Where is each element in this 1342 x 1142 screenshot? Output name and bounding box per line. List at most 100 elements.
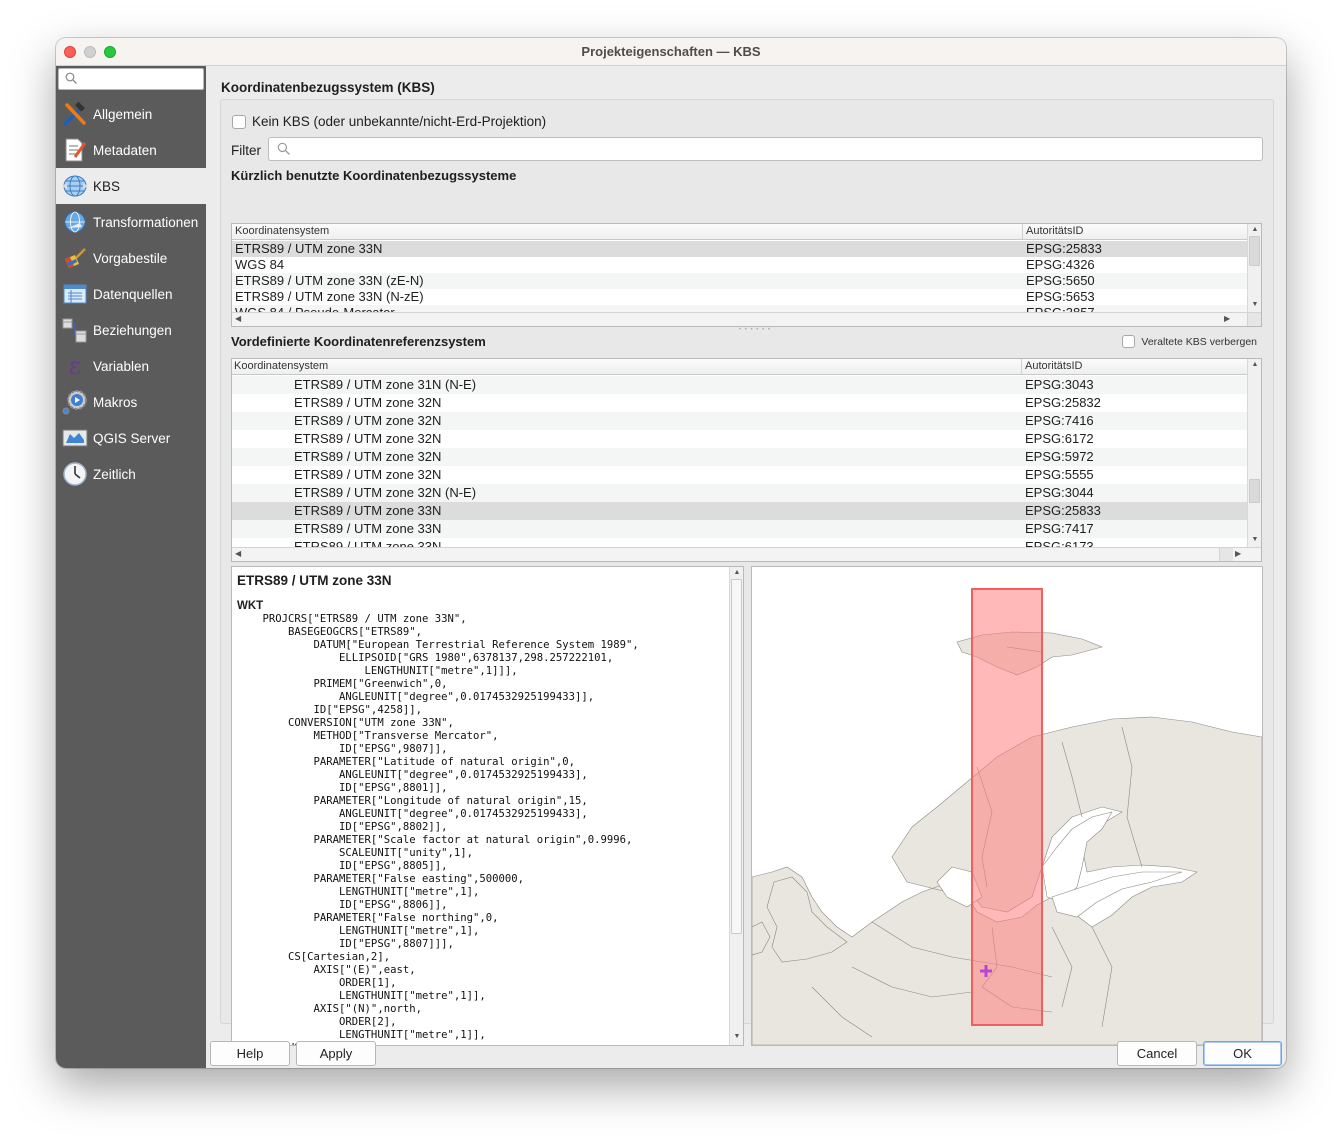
no-crs-option[interactable]: Kein KBS (oder unbekannte/nicht-Erd-Proj… <box>232 114 546 129</box>
sidebar-search-input[interactable] <box>58 68 204 90</box>
predefined-table-body: ETRS89 / UTM zone 31N (N-E) EPSG:3043 ETRS… <box>232 376 1248 548</box>
table-row[interactable]: ETRS89 / UTM zone 33N (N-zE) EPSG:5653 <box>232 289 1248 305</box>
crs-name-cell: ETRS89 / UTM zone 33N <box>294 521 442 536</box>
filter-input[interactable] <box>268 137 1263 161</box>
sidebar-item-variablen[interactable]: ε Variablen <box>56 348 206 384</box>
sidebar-item-label: KBS <box>93 178 121 194</box>
recent-table-body: ETRS89 / UTM zone 33N EPSG:25833 WGS 84 EPS… <box>232 241 1248 313</box>
table-row[interactable]: ETRS89 / UTM zone 31N (N-E) EPSG:3043 <box>232 376 1248 394</box>
crs-group: Kein KBS (oder unbekannte/nicht-Erd-Proj… <box>220 99 1274 1046</box>
predefined-vertical-scrollbar[interactable]: ▲ ▼ <box>1247 359 1261 547</box>
temporal-clock-icon <box>61 460 89 488</box>
cancel-button[interactable]: Cancel <box>1117 1041 1197 1066</box>
crs-name-cell: ETRS89 / UTM zone 33N <box>235 241 383 256</box>
recent-horizontal-scrollbar[interactable]: ◀ ▶ <box>232 312 1261 326</box>
authority-id-cell: EPSG:5972 <box>1025 449 1094 464</box>
wkt-line: PARAMETER["Latitude of natural origin",0… <box>237 756 576 768</box>
wkt-line: DATUM["European Terrestrial Reference Sy… <box>237 639 639 651</box>
data-sources-table-icon <box>61 280 89 308</box>
scrollbar-thumb[interactable] <box>1249 236 1260 266</box>
sidebar-item-transformationen[interactable]: Transformationen <box>56 204 206 240</box>
map-canvas <box>752 588 1262 1045</box>
table-row[interactable]: ETRS89 / UTM zone 32N EPSG:5555 <box>232 466 1248 484</box>
wkt-line: BASEGEOGCRS["ETRS89", <box>237 626 422 638</box>
ok-button[interactable]: OK <box>1203 1041 1282 1066</box>
hide-deprecated-label: Veraltete KBS verbergen <box>1141 335 1257 348</box>
maximize-window-button[interactable] <box>104 46 116 58</box>
sidebar-item-label: Transformationen <box>93 214 199 230</box>
table-row[interactable]: ETRS89 / UTM zone 33N (zE-N) EPSG:5650 <box>232 273 1248 289</box>
column-header-authority-id[interactable]: AutoritätsID <box>1025 360 1082 372</box>
sidebar-item-kbs[interactable]: KBS <box>56 168 206 204</box>
table-row[interactable]: ETRS89 / UTM zone 32N EPSG:6172 <box>232 430 1248 448</box>
close-window-button[interactable] <box>64 46 76 58</box>
crs-name-cell: ETRS89 / UTM zone 33N (N-zE) <box>235 289 424 304</box>
crs-name-cell: WGS 84 <box>235 257 285 272</box>
table-row[interactable]: ETRS89 / UTM zone 32N EPSG:25832 <box>232 394 1248 412</box>
sidebar-item-makros[interactable]: Makros <box>56 384 206 420</box>
minimize-window-button[interactable] <box>84 46 96 58</box>
table-row[interactable]: ETRS89 / UTM zone 33N EPSG:7417 <box>232 520 1248 538</box>
predefined-table-header: Koordinatensystem AutoritätsID <box>232 359 1248 375</box>
recent-vertical-scrollbar[interactable]: ▲ ▼ <box>1247 224 1261 312</box>
wkt-line: ANGLEUNIT["degree",0.0174532925199433], <box>237 769 588 781</box>
wkt-line: PARAMETER["Longitude of natural origin",… <box>237 795 588 807</box>
apply-button[interactable]: Apply <box>296 1041 376 1066</box>
wkt-line: ANGLEUNIT["degree",0.0174532925199433]], <box>237 691 595 703</box>
crs-globe-icon <box>61 172 89 200</box>
scrollbar-thumb[interactable] <box>731 579 742 934</box>
sidebar-item-vorgabestile[interactable]: Vorgabestile <box>56 240 206 276</box>
wkt-line: ANGLEUNIT["degree",0.0174532925199433], <box>237 808 588 820</box>
table-row[interactable]: ETRS89 / UTM zone 33N EPSG:25833 <box>232 241 1248 257</box>
table-row[interactable]: ETRS89 / UTM zone 32N EPSG:5972 <box>232 448 1248 466</box>
column-header-authority-id[interactable]: AutoritätsID <box>1026 225 1083 237</box>
hide-deprecated-checkbox[interactable] <box>1122 335 1136 348</box>
crs-extent-map[interactable] <box>751 566 1263 1046</box>
hide-deprecated-option[interactable]: Veraltete KBS verbergen <box>1122 335 1257 348</box>
wkt-line: PARAMETER["Scale factor at natural origi… <box>237 834 633 846</box>
sidebar-item-qgis-server[interactable]: QGIS Server <box>56 420 206 456</box>
variables-epsilon-icon: ε <box>68 352 82 380</box>
authority-id-cell: EPSG:25833 <box>1026 241 1102 256</box>
styles-brush-icon <box>61 244 89 272</box>
sidebar-item-label: QGIS Server <box>93 430 171 446</box>
wkt-line: PARAMETER["False easting",500000, <box>237 873 525 885</box>
sidebar-item-label: Vorgabestile <box>93 250 168 266</box>
project-properties-dialog: Projekteigenschaften — KBS Allgemein Met… <box>56 38 1286 1068</box>
table-row[interactable]: ETRS89 / UTM zone 32N EPSG:7416 <box>232 412 1248 430</box>
sidebar-item-beziehungen[interactable]: Beziehungen <box>56 312 206 348</box>
scrollbar-thumb[interactable] <box>1249 479 1260 503</box>
wkt-text: PROJCRS["ETRS89 / UTM zone 33N", BASEGEO… <box>237 613 639 1045</box>
sidebar-item-label: Zeitlich <box>93 466 136 482</box>
metadata-icon <box>61 136 89 164</box>
recent-crs-title: Kürzlich benutzte Koordinatenbezugssyste… <box>231 168 517 183</box>
wkt-line: ORDER[1], <box>237 977 397 989</box>
wkt-line: METHOD["Transverse Mercator", <box>237 730 499 742</box>
sidebar-item-datenquellen[interactable]: Datenquellen <box>56 276 206 312</box>
table-row[interactable]: WGS 84 EPSG:4326 <box>232 257 1248 273</box>
crs-name-cell: ETRS89 / UTM zone 32N <box>294 431 442 446</box>
sidebar-item-allgemein[interactable]: Allgemein <box>56 96 206 132</box>
sidebar-item-zeitlich[interactable]: Zeitlich <box>56 456 206 492</box>
qgis-server-map-icon <box>61 424 89 452</box>
column-header-coordinate-system[interactable]: Koordinatensystem <box>235 225 329 237</box>
no-crs-checkbox[interactable] <box>232 114 246 129</box>
column-header-coordinate-system[interactable]: Koordinatensystem <box>234 360 328 372</box>
crs-name-cell: ETRS89 / UTM zone 32N <box>294 449 442 464</box>
title-bar: Projekteigenschaften — KBS <box>56 38 1286 66</box>
predefined-horizontal-scrollbar[interactable]: ◀ ▶ <box>232 547 1261 561</box>
help-button[interactable]: Help <box>210 1041 290 1066</box>
crs-name-cell: ETRS89 / UTM zone 32N <box>294 395 442 410</box>
wkt-line: LENGTHUNIT["metre",1]], <box>237 1029 486 1041</box>
table-row[interactable]: ETRS89 / UTM zone 32N (N-E) EPSG:3044 <box>232 484 1248 502</box>
wkt-line: CONVERSION["UTM zone 33N", <box>237 717 454 729</box>
wkt-vertical-scrollbar[interactable]: ▲ ▼ <box>729 567 743 1045</box>
sidebar-item-metadaten[interactable]: Metadaten <box>56 132 206 168</box>
wkt-line: PROJCRS["ETRS89 / UTM zone 33N", <box>237 613 467 625</box>
table-row[interactable]: ETRS89 / UTM zone 33N EPSG:25833 <box>232 502 1248 520</box>
wkt-line: ID["EPSG",8801]], <box>237 782 448 794</box>
window-title: Projekteigenschaften — KBS <box>581 44 761 59</box>
splitter-handle[interactable]: • • • • • • <box>739 327 771 333</box>
crs-name-cell: ETRS89 / UTM zone 31N (N-E) <box>294 377 477 392</box>
wkt-line: PRIMEM["Greenwich",0, <box>237 678 448 690</box>
